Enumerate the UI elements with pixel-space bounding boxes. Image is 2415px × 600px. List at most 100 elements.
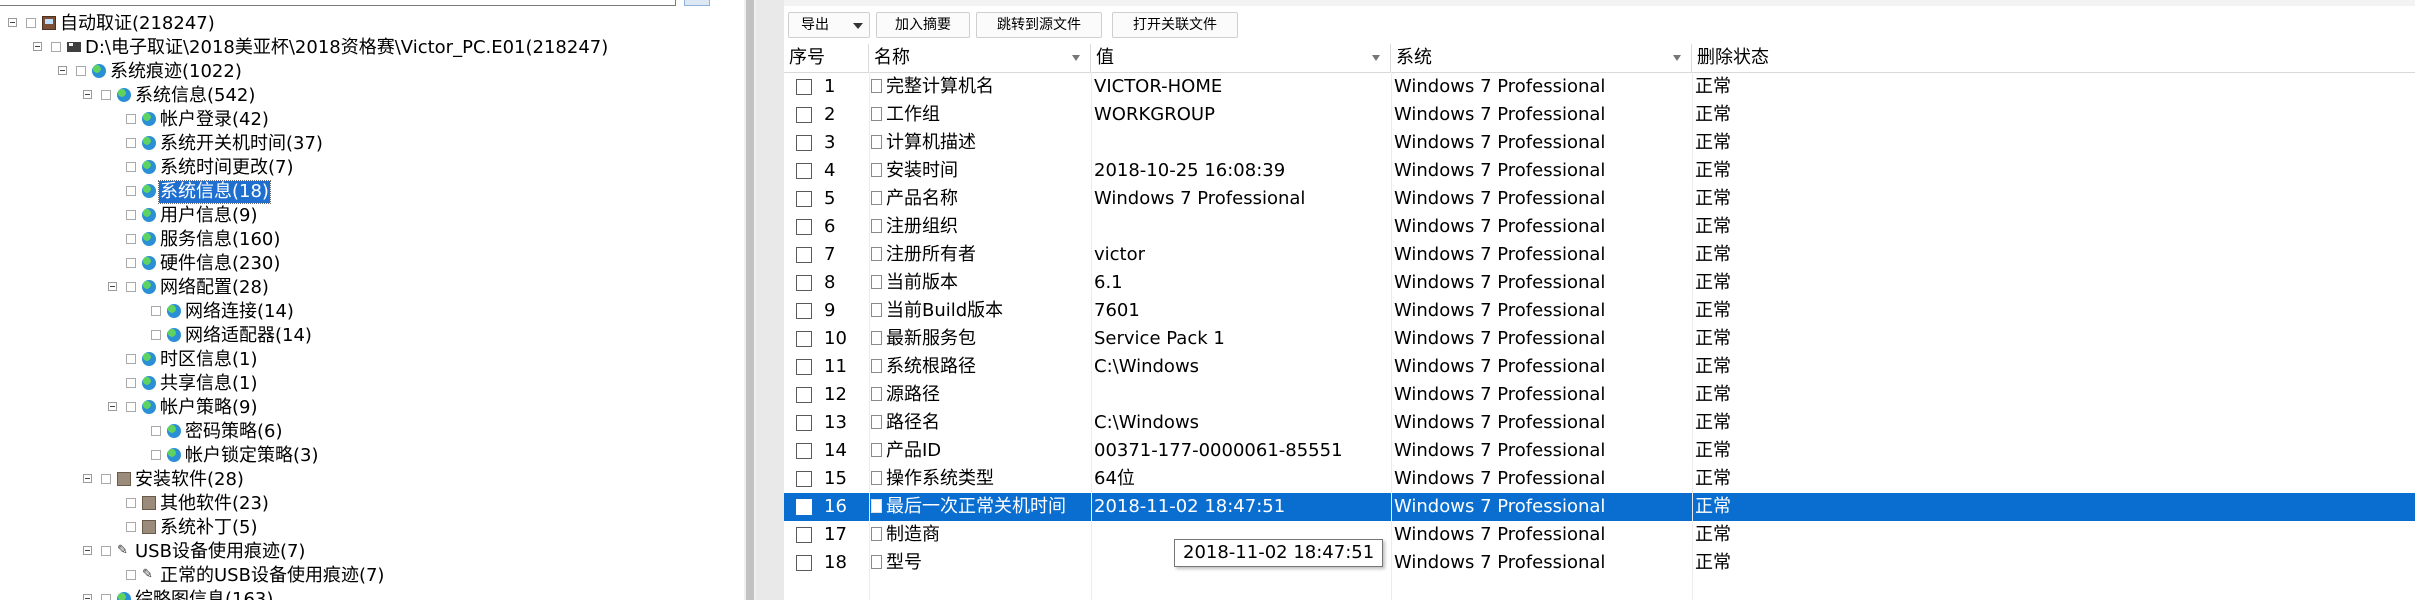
- row-checkbox[interactable]: [796, 275, 812, 291]
- row-checkbox[interactable]: [796, 163, 812, 179]
- row-checkbox[interactable]: [796, 79, 812, 95]
- tree-node-label[interactable]: 帐户锁定策略(3): [184, 445, 320, 467]
- tree-node-label[interactable]: 系统开关机时间(37): [159, 133, 324, 155]
- tree-node-label[interactable]: 综略图信息(163): [134, 589, 274, 600]
- tree-node-label[interactable]: 硬件信息(230): [159, 253, 281, 275]
- tree-node-label[interactable]: 安装软件(28): [134, 469, 245, 491]
- table-row[interactable]: 9 当前Build版本 7601 Windows 7 Professional 正常: [784, 297, 2415, 325]
- tree-node-checkbox[interactable]: [101, 594, 111, 600]
- filter-icon[interactable]: [1372, 55, 1380, 61]
- table-row[interactable]: 6 注册组织 Windows 7 Professional 正常: [784, 213, 2415, 241]
- row-checkbox[interactable]: [796, 135, 812, 151]
- tree-node-checkbox[interactable]: [126, 138, 136, 148]
- tree-node-label[interactable]: 密码策略(6): [184, 421, 284, 443]
- tree-node-checkbox[interactable]: [101, 474, 111, 484]
- tree-node-checkbox[interactable]: [76, 66, 86, 76]
- tree-search-input[interactable]: [0, 0, 676, 6]
- table-row[interactable]: 5 产品名称 Windows 7 Professional Windows 7 Pro…: [784, 185, 2415, 213]
- tree-node-label[interactable]: 正常的USB设备使用痕迹(7): [159, 565, 385, 587]
- tree-node-checkbox[interactable]: [126, 282, 136, 292]
- tree-node-label[interactable]: 帐户策略(9): [159, 397, 259, 419]
- row-checkbox[interactable]: [796, 219, 812, 235]
- tree-node-label[interactable]: 其他软件(23): [159, 493, 270, 515]
- filter-icon[interactable]: [1673, 55, 1681, 61]
- pane-splitter[interactable]: [756, 0, 784, 600]
- tree-node-label[interactable]: 服务信息(160): [159, 229, 281, 251]
- tree-node-checkbox[interactable]: [151, 450, 161, 460]
- row-checkbox[interactable]: [796, 247, 812, 263]
- jump-to-source-button[interactable]: 跳转到源文件: [976, 12, 1102, 38]
- table-row[interactable]: 4 安装时间 2018-10-25 16:08:39 Windows 7 Profes…: [784, 157, 2415, 185]
- table-row[interactable]: 12 源路径 Windows 7 Professional 正常: [784, 381, 2415, 409]
- tree-node-checkbox[interactable]: [151, 330, 161, 340]
- row-checkbox[interactable]: [796, 359, 812, 375]
- tree-node-label[interactable]: 网络配置(28): [159, 277, 270, 299]
- add-summary-button[interactable]: 加入摘要: [876, 12, 970, 38]
- row-checkbox[interactable]: [796, 527, 812, 543]
- tree-node-checkbox[interactable]: [26, 18, 36, 28]
- tree-node-label[interactable]: 帐户登录(42): [159, 109, 270, 131]
- tree-node-label[interactable]: 网络适配器(14): [184, 325, 313, 347]
- column-header-system[interactable]: 系统: [1391, 44, 1692, 72]
- collapse-toggle-icon[interactable]: [108, 282, 117, 291]
- tree-node-checkbox[interactable]: [126, 234, 136, 244]
- table-row[interactable]: 11 系统根路径 C:\Windows Windows 7 Professional 正…: [784, 353, 2415, 381]
- row-checkbox[interactable]: [796, 387, 812, 403]
- collapse-toggle-icon[interactable]: [83, 594, 92, 600]
- collapse-toggle-icon[interactable]: [83, 546, 92, 555]
- tree-node-checkbox[interactable]: [101, 90, 111, 100]
- table-row[interactable]: 15 操作系统类型 64位 Windows 7 Professional 正常: [784, 465, 2415, 493]
- tree-node-label[interactable]: D:\电子取证\2018美亚杯\2018资格赛\Victor_PC.E01(21…: [84, 37, 609, 59]
- row-checkbox[interactable]: [796, 471, 812, 487]
- column-header-seq[interactable]: 序号: [784, 44, 869, 72]
- tree-node-checkbox[interactable]: [151, 426, 161, 436]
- table-row[interactable]: 14 产品ID 00371-177-0000061-85551 Windows 7 P…: [784, 437, 2415, 465]
- row-checkbox[interactable]: [796, 331, 812, 347]
- tree-node-checkbox[interactable]: [126, 570, 136, 580]
- tree-node-checkbox[interactable]: [51, 42, 61, 52]
- table-row[interactable]: 8 当前版本 6.1 Windows 7 Professional 正常: [784, 269, 2415, 297]
- tree-node-checkbox[interactable]: [126, 354, 136, 364]
- tree-node-checkbox[interactable]: [101, 546, 111, 556]
- collapse-toggle-icon[interactable]: [108, 402, 117, 411]
- collapse-toggle-icon[interactable]: [58, 66, 67, 75]
- row-checkbox[interactable]: [796, 415, 812, 431]
- tree-node-checkbox[interactable]: [126, 114, 136, 124]
- tree-scrollbar[interactable]: [744, 0, 756, 600]
- tree-node-checkbox[interactable]: [126, 186, 136, 196]
- tree-node-checkbox[interactable]: [126, 210, 136, 220]
- tree-node-label[interactable]: 系统信息(542): [134, 85, 256, 107]
- tree-node-label[interactable]: 系统信息(18): [158, 180, 271, 204]
- column-header-delete-status[interactable]: 删除状态: [1692, 44, 2415, 72]
- tree-node-checkbox[interactable]: [151, 306, 161, 316]
- row-checkbox[interactable]: [796, 499, 812, 515]
- table-row[interactable]: 16 最后一次正常关机时间 2018-11-02 18:47:51 Windows 7…: [784, 493, 2415, 521]
- row-checkbox[interactable]: [796, 443, 812, 459]
- tree-node-checkbox[interactable]: [126, 498, 136, 508]
- collapse-toggle-icon[interactable]: [83, 474, 92, 483]
- table-row[interactable]: 13 路径名 C:\Windows Windows 7 Professional 正常: [784, 409, 2415, 437]
- filter-icon[interactable]: [1072, 55, 1080, 61]
- table-row[interactable]: 2 工作组 WORKGROUP Windows 7 Professional 正常: [784, 101, 2415, 129]
- tree-node-checkbox[interactable]: [126, 402, 136, 412]
- tree-node-label[interactable]: 自动取证(218247): [59, 13, 216, 35]
- row-checkbox[interactable]: [796, 191, 812, 207]
- tree-search-button[interactable]: [684, 0, 710, 6]
- collapse-toggle-icon[interactable]: [83, 90, 92, 99]
- tree-node-checkbox[interactable]: [126, 522, 136, 532]
- table-row[interactable]: 17 制造商 Windows 7 Professional 正常: [784, 521, 2415, 549]
- tree-node-label[interactable]: 共享信息(1): [159, 373, 259, 395]
- column-header-value[interactable]: 值: [1091, 44, 1391, 72]
- column-header-name[interactable]: 名称: [869, 44, 1091, 72]
- collapse-toggle-icon[interactable]: [8, 18, 17, 27]
- tree-node-checkbox[interactable]: [126, 378, 136, 388]
- tree-node-checkbox[interactable]: [126, 258, 136, 268]
- tree-node-label[interactable]: 系统痕迹(1022): [109, 61, 243, 83]
- table-row[interactable]: 10 最新服务包 Service Pack 1 Windows 7 Professio…: [784, 325, 2415, 353]
- open-related-file-button[interactable]: 打开关联文件: [1112, 12, 1238, 38]
- tree-node-label[interactable]: 用户信息(9): [159, 205, 259, 227]
- tree-node-label[interactable]: 系统补丁(5): [159, 517, 259, 539]
- collapse-toggle-icon[interactable]: [33, 42, 42, 51]
- table-row[interactable]: 7 注册所有者 victor Windows 7 Professional 正常: [784, 241, 2415, 269]
- tree-node-label[interactable]: USB设备使用痕迹(7): [134, 541, 306, 563]
